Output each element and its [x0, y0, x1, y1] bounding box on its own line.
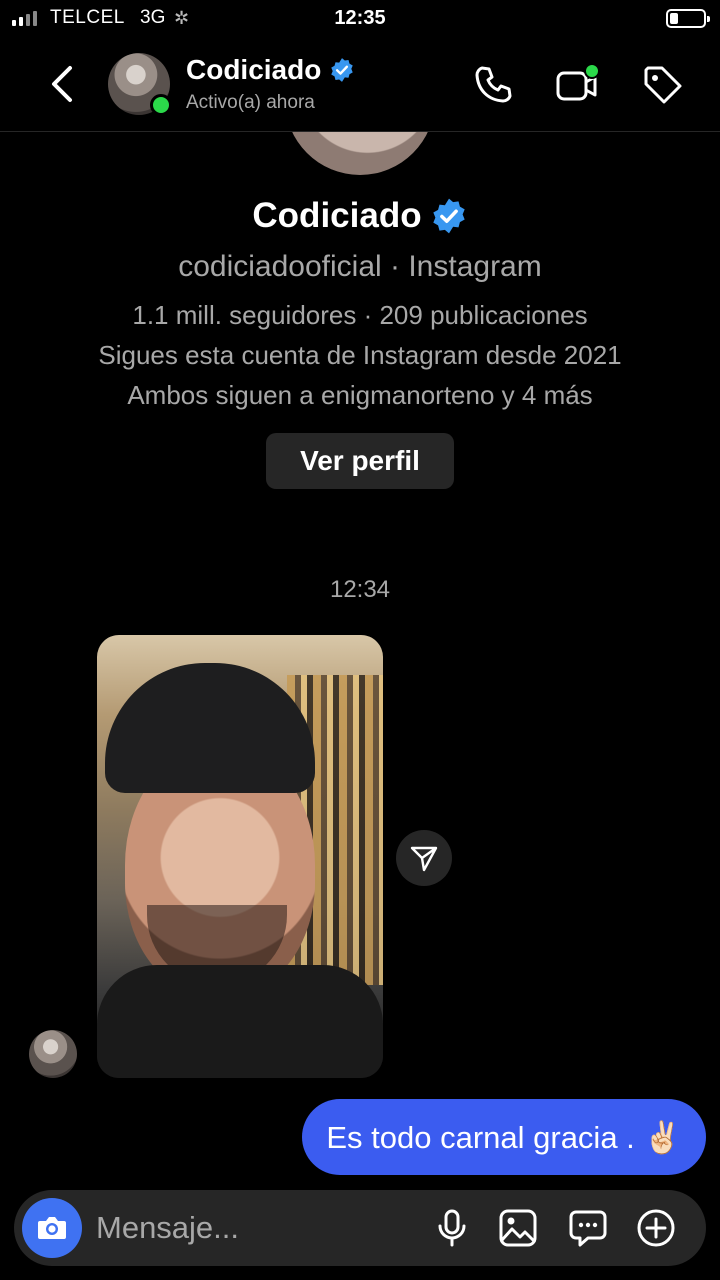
share-message-button[interactable]	[396, 830, 452, 886]
video-call-button[interactable]	[554, 62, 600, 108]
tag-button[interactable]	[640, 62, 686, 108]
sticker-button[interactable]	[568, 1208, 608, 1248]
call-button[interactable]	[470, 62, 516, 108]
microphone-icon	[438, 1209, 466, 1247]
plus-circle-icon	[637, 1209, 675, 1247]
profile-name: Codiciado	[0, 196, 720, 236]
profile-handle: codiciadooficial · Instagram	[178, 250, 542, 283]
battery-icon	[666, 9, 710, 28]
status-bar: TELCEL 3G ✲ 12:35	[0, 0, 720, 40]
verified-badge-icon	[331, 58, 354, 82]
message-composer	[14, 1190, 706, 1266]
verified-badge-icon	[432, 198, 465, 234]
video-shirt	[97, 965, 383, 1078]
gallery-icon	[499, 1209, 537, 1247]
online-status-indicator	[150, 94, 172, 116]
send-icon	[410, 846, 438, 872]
camera-icon	[38, 1217, 66, 1239]
header-active-status: Activo(a) ahora	[186, 92, 315, 113]
video-call-icon	[556, 63, 600, 101]
header-name: Codiciado	[186, 54, 322, 85]
chevron-left-icon	[52, 66, 72, 102]
message-timestamp: 12:34	[329, 576, 391, 603]
sent-message-text: Es todo carnal gracia . ✌🏻	[326, 1119, 682, 1155]
more-options-button[interactable]	[636, 1208, 676, 1248]
mutual-followers: Ambos siguen a enigmanorteno y 4 más	[127, 380, 593, 410]
tag-icon	[644, 66, 682, 104]
voice-message-button[interactable]	[432, 1208, 472, 1248]
phone-icon	[475, 66, 512, 103]
video-message[interactable]	[97, 635, 383, 1078]
chat-header: Codiciado Activo(a) ahora	[0, 40, 720, 132]
sent-message-bubble[interactable]: Es todo carnal gracia . ✌🏻	[302, 1099, 706, 1175]
status-clock: 12:35	[334, 7, 386, 29]
back-button[interactable]	[44, 62, 84, 106]
profile-stats: 1.1 mill. seguidores · 209 publicaciones	[132, 300, 588, 330]
gallery-button[interactable]	[498, 1208, 538, 1248]
sender-avatar[interactable]	[29, 1030, 77, 1078]
view-profile-button[interactable]: Ver perfil	[266, 433, 454, 489]
video-cap	[105, 663, 315, 793]
profile-name-text: Codiciado	[252, 196, 422, 235]
chat-bubble-icon	[569, 1210, 607, 1247]
header-title[interactable]: Codiciado	[186, 54, 355, 86]
message-input[interactable]	[96, 1208, 416, 1248]
camera-button[interactable]	[22, 1198, 82, 1258]
following-since: Sigues esta cuenta de Instagram desde 20…	[98, 340, 622, 370]
